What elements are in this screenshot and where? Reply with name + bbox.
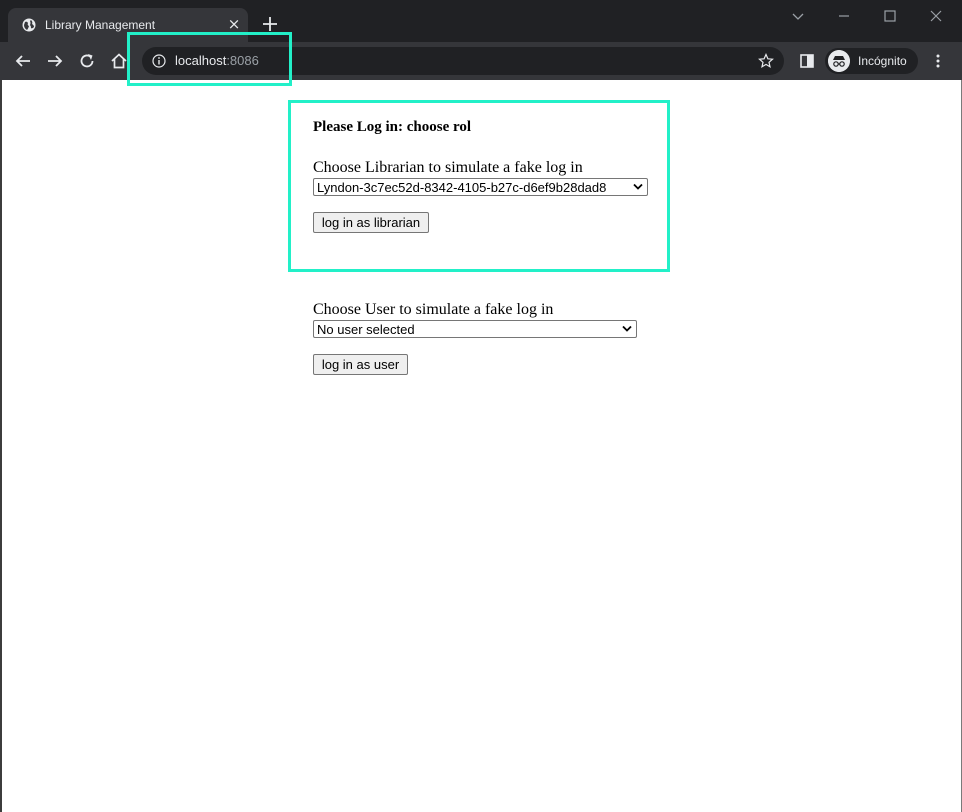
librarian-highlight-box <box>288 100 670 272</box>
incognito-icon <box>828 50 850 72</box>
incognito-label: Incógnito <box>858 54 907 68</box>
side-panel-icon[interactable] <box>799 53 815 69</box>
back-icon[interactable] <box>14 52 32 70</box>
left-border <box>0 80 2 812</box>
forward-icon[interactable] <box>46 52 64 70</box>
close-tab-icon[interactable]: × <box>227 17 241 32</box>
url-highlight-box <box>127 32 292 86</box>
reload-icon[interactable] <box>78 52 96 70</box>
new-tab-icon[interactable] <box>262 16 278 32</box>
maximize-icon[interactable] <box>882 8 898 24</box>
close-window-icon[interactable] <box>928 8 944 24</box>
user-label: Choose User to simulate a fake log in <box>313 301 554 318</box>
more-menu-icon[interactable] <box>930 53 946 69</box>
bookmark-star-icon[interactable] <box>758 53 774 69</box>
tab-title: Library Management <box>45 18 156 32</box>
minimize-icon[interactable] <box>836 8 852 24</box>
tab-search-icon[interactable] <box>790 8 806 24</box>
chevron-down-icon <box>622 325 632 332</box>
user-select[interactable]: No user selected <box>313 320 637 338</box>
incognito-indicator[interactable]: Incógnito <box>825 48 918 74</box>
user-select-value: No user selected <box>317 322 415 337</box>
globe-icon <box>22 18 36 32</box>
home-icon[interactable] <box>110 52 128 70</box>
user-login-button[interactable]: log in as user <box>313 354 408 375</box>
